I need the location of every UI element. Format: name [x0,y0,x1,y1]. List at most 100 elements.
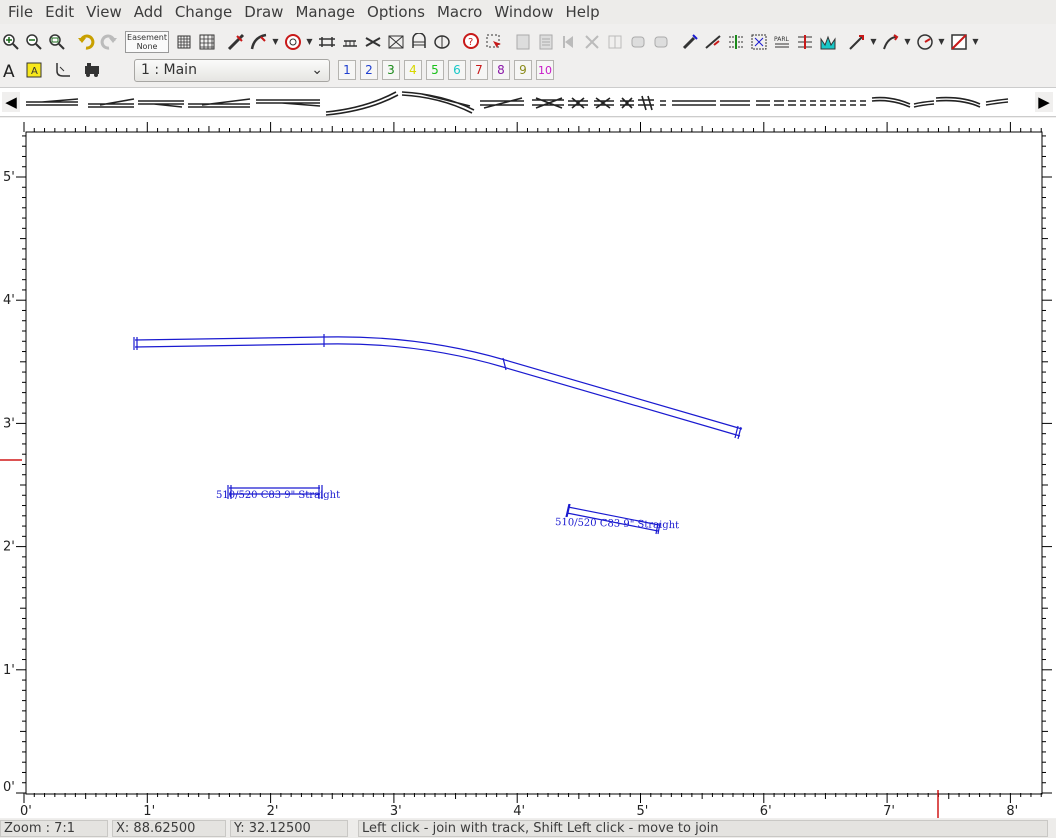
rotate-icon[interactable] [650,31,672,53]
describe-icon[interactable] [512,31,534,53]
chevron-down-icon[interactable]: ▼ [903,31,912,53]
redo-icon[interactable] [98,31,120,53]
grid-show-icon[interactable] [196,31,218,53]
hotbar-turnout-1[interactable] [26,98,79,106]
layer-button-10[interactable]: 10 [536,60,554,80]
elevation-icon[interactable] [702,31,724,53]
bridge-icon[interactable] [316,31,338,53]
note-icon[interactable]: A [23,59,45,81]
hotbar-crossing-3[interactable] [568,97,588,109]
hotbar-curve-3[interactable] [871,96,911,108]
chevron-down-icon[interactable]: ▼ [271,31,280,53]
move-icon[interactable] [627,31,649,53]
track-draw-icon[interactable] [225,31,247,53]
layer-button-4[interactable]: 4 [404,60,422,80]
menu-add[interactable]: Add [128,0,169,24]
disconnect-icon[interactable] [581,31,603,53]
modify-icon[interactable] [679,31,701,53]
layout-drawing[interactable]: 0' 1' 2' 3' 4' 5' 6' 7' 8' 0' 1' 2' 3' 4' 5' [0,118,1056,818]
layer-button-3[interactable]: 3 [382,60,400,80]
split-track-icon[interactable] [794,31,816,53]
chevron-down-icon[interactable]: ▼ [305,31,314,53]
layer-button-2[interactable]: 2 [360,60,378,80]
menu-change[interactable]: Change [169,0,238,24]
menu-view[interactable]: View [80,0,128,24]
hotbar-straight-3[interactable] [720,100,750,106]
layer-button-9[interactable]: 9 [514,60,532,80]
hotbar-turnout-3[interactable] [138,100,184,108]
profile-icon[interactable] [725,31,747,53]
easement-button[interactable]: Easement None [125,30,169,53]
hotbar-turnout-2[interactable] [88,98,135,108]
turntable-icon[interactable] [282,31,304,53]
hotbar-curve-1[interactable] [325,91,399,116]
hotbar-crossing-4[interactable] [594,97,614,109]
hotbar-scroll-left-icon[interactable]: ◀ [2,92,20,112]
hotbar-straight-5[interactable] [774,100,796,106]
parallel-icon[interactable]: PARL [771,31,793,53]
hotbar-curve-5[interactable] [935,96,981,108]
line-draw-icon[interactable] [846,31,868,53]
hotbar-turnout-5[interactable] [256,99,321,107]
layer-button-6[interactable]: 6 [448,60,466,80]
dimension-icon[interactable] [52,59,74,81]
hotbar-crossing-2[interactable] [532,97,564,109]
hotbar-curve-6[interactable] [985,98,1009,106]
copy-icon[interactable] [535,31,557,53]
undo-icon[interactable] [75,31,97,53]
split-icon[interactable] [604,31,626,53]
menu-macro[interactable]: Macro [431,0,488,24]
hotbar-straight-2[interactable] [672,100,716,106]
text-icon[interactable]: A [0,59,22,81]
select-icon[interactable] [483,31,505,53]
layer-button-7[interactable]: 7 [470,60,488,80]
ruler-icon[interactable] [748,31,770,53]
layer-button-8[interactable]: 8 [492,60,510,80]
hotbar-straight-6[interactable] [800,100,866,106]
menu-window[interactable]: Window [488,0,559,24]
curve-line-icon[interactable] [880,31,902,53]
blocks-icon[interactable] [385,31,407,53]
hotbar-crossing-5[interactable] [620,97,634,109]
layer-button-5[interactable]: 5 [426,60,444,80]
x-axis-label: 7' [883,804,895,818]
snap-grid-icon[interactable] [173,31,195,53]
hotbar-curve-2[interactable] [401,91,475,114]
hotbar-straight-1[interactable] [660,100,666,106]
menu-draw[interactable]: Draw [238,0,289,24]
menu-help[interactable]: Help [560,0,606,24]
layer-select[interactable]: 1 : Main ⌄ [134,58,330,82]
curve-draw-icon[interactable] [248,31,270,53]
helix-icon[interactable] [431,31,453,53]
hotbar-scroll-right-icon[interactable]: ▶ [1035,92,1053,112]
menu-edit[interactable]: Edit [39,0,80,24]
hotbar-crossing-6[interactable] [638,95,654,111]
train-icon[interactable] [81,59,103,81]
structure-icon[interactable] [339,31,361,53]
hotbar-turnout-4[interactable] [188,98,251,108]
zoom-in-icon[interactable] [0,31,22,53]
circle-draw-icon[interactable] [914,31,936,53]
layout-canvas[interactable]: 0' 1' 2' 3' 4' 5' 6' 7' 8' 0' 1' 2' 3' 4' 5' [0,118,1056,818]
menu-file[interactable]: File [2,0,39,24]
menu-manage[interactable]: Manage [289,0,361,24]
zoom-out-icon[interactable] [23,31,45,53]
help-cursor-icon[interactable]: ? [460,31,482,53]
chevron-down-icon[interactable]: ▼ [869,31,878,53]
hotbar-straight-4[interactable] [756,100,770,106]
layer-button-1[interactable]: 1 [338,60,356,80]
chevron-down-icon[interactable]: ▼ [937,31,946,53]
chevron-down-icon[interactable]: ▼ [971,31,980,53]
crossing-icon[interactable] [362,31,384,53]
hand-laid-icon[interactable] [817,31,839,53]
y-axis-label: 5' [3,170,15,185]
hotbar-crossing-1[interactable] [480,97,524,109]
hotbar-curve-4[interactable] [913,100,935,108]
layer-toolbar: A A 1 : Main ⌄ 1 2 3 4 5 6 7 8 9 10 [0,57,1056,83]
box-draw-icon[interactable] [948,31,970,53]
tunnel-icon[interactable] [408,31,430,53]
menu-options[interactable]: Options [361,0,431,24]
layer-button-label: 7 [475,63,483,77]
first-icon[interactable] [558,31,580,53]
zoom-extents-icon[interactable] [46,31,68,53]
